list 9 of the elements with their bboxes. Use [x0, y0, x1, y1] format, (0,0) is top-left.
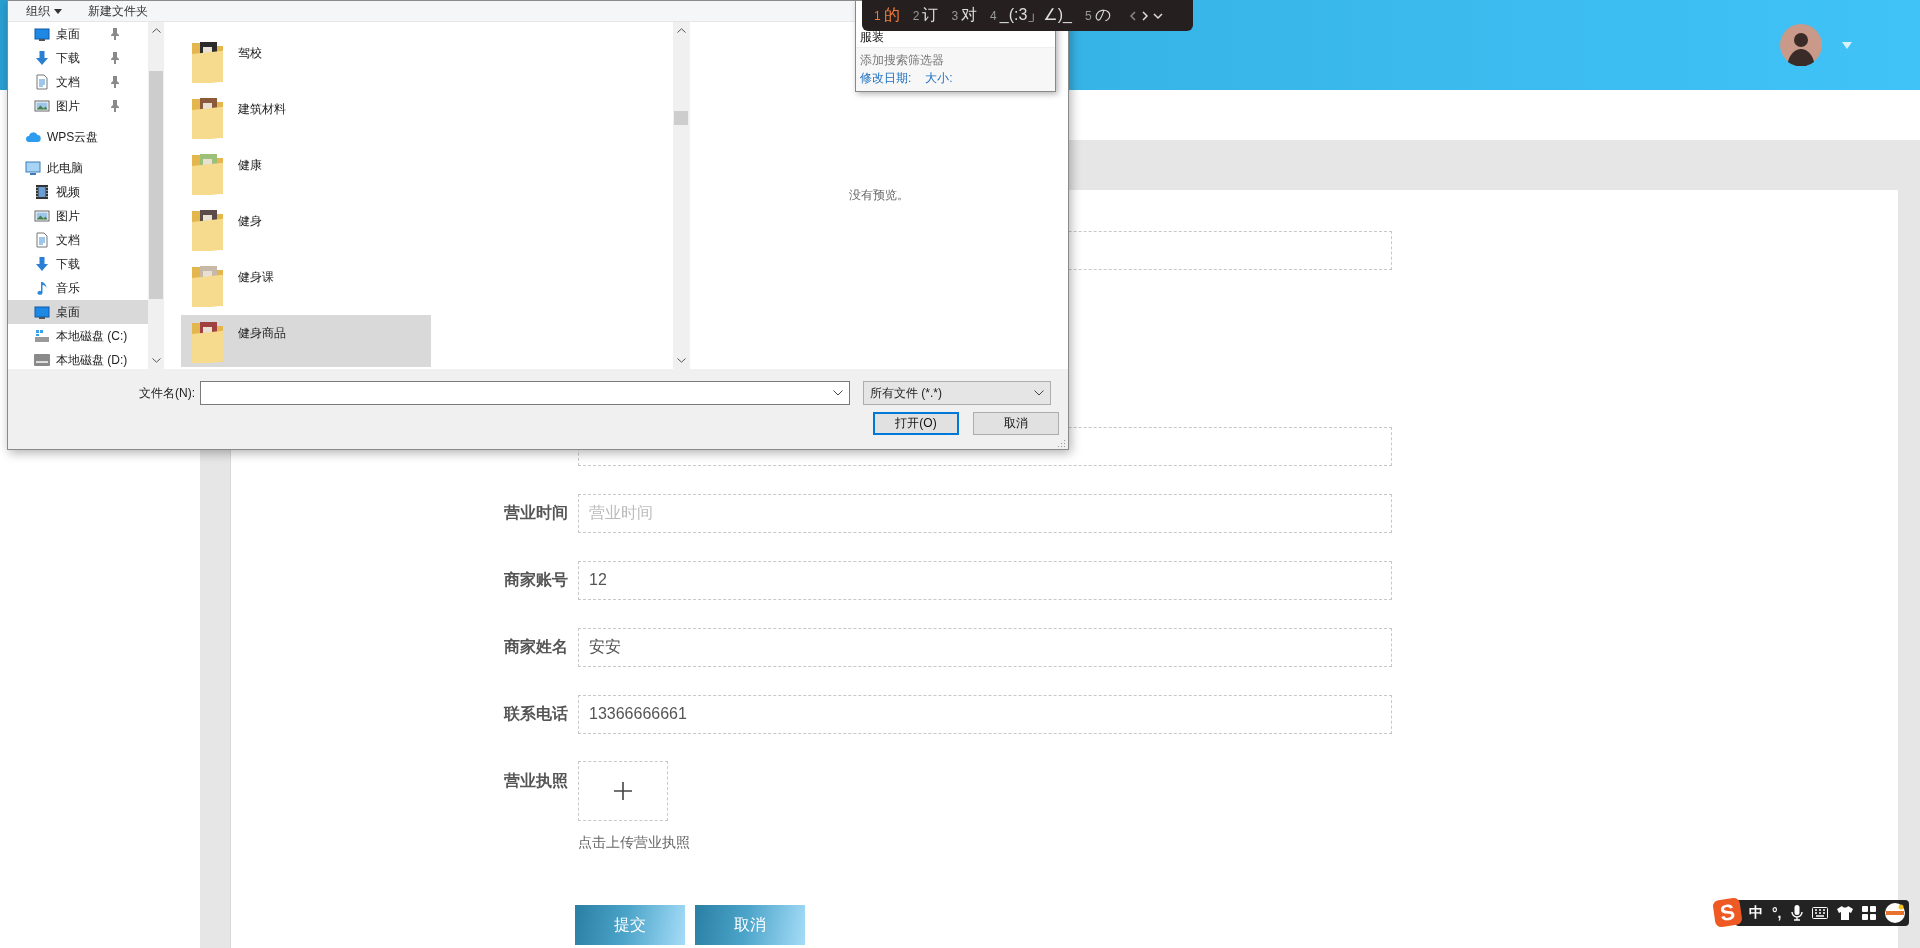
preview-message: 没有预览。	[849, 187, 909, 204]
field-label: 商家姓名	[503, 637, 568, 657]
file-name-label: 文件名(N):	[138, 384, 195, 402]
field-label: 营业时间	[503, 503, 568, 523]
upload-hint: 点击上传营业执照	[578, 834, 690, 852]
field-label: 联系电话	[503, 704, 568, 724]
field-label: 商家账号	[503, 570, 568, 590]
field-label: 营业执照	[503, 771, 568, 791]
filter-title: 添加搜索筛选器	[860, 52, 945, 68]
